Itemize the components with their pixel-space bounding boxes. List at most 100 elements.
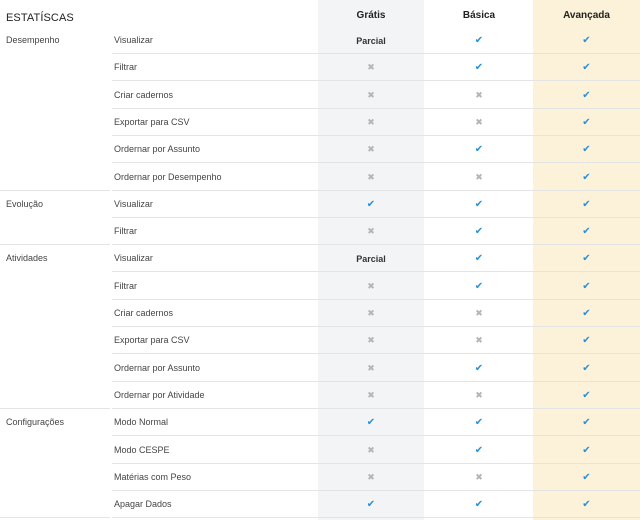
- cell-gratis: ✖: [318, 382, 424, 409]
- category-label: Configurações: [6, 417, 65, 428]
- checkmark-icon: ✔: [582, 62, 591, 74]
- cell-basica: ✔: [426, 218, 532, 245]
- cell-avancada: ✔: [533, 136, 640, 163]
- checkmark-icon: ✔: [474, 499, 484, 511]
- table-row: Modo CESPE ✖ ✔ ✔: [0, 437, 640, 464]
- table-row: Filtrar ✖ ✔ ✔: [0, 218, 640, 246]
- plan-header-basica: Básica: [462, 10, 496, 21]
- cell-basica: ✔: [426, 54, 532, 81]
- cell-avancada: ✔: [533, 491, 640, 518]
- feature-label: Visualizar: [114, 253, 153, 264]
- checkmark-icon: ✔: [366, 198, 376, 210]
- feature-label: Filtrar: [114, 226, 137, 237]
- table-row: Exportar para CSV ✖ ✖ ✔: [0, 327, 640, 355]
- table-row: Apagar Dados ✔ ✔ ✔: [0, 491, 640, 519]
- table-row: Evolução Visualizar ✔ ✔ ✔: [0, 191, 640, 218]
- table-row: Configurações Modo Normal ✔ ✔ ✔: [0, 409, 640, 437]
- page-title: ESTATÍSCAS: [6, 12, 74, 24]
- checkmark-icon: ✔: [474, 444, 484, 456]
- cross-icon: ✖: [367, 144, 375, 155]
- feature-label: Criar cadernos: [114, 89, 174, 100]
- checkmark-icon: ✔: [582, 198, 591, 210]
- cell-basica: ✖: [426, 464, 532, 491]
- checkmark-icon: ✔: [474, 226, 484, 238]
- cell-basica: ✖: [426, 300, 532, 327]
- checkmark-icon: ✔: [582, 417, 591, 429]
- cell-basica: ✖: [426, 109, 532, 136]
- table-row: Criar cadernos ✖ ✖ ✔: [0, 300, 640, 327]
- checkmark-icon: ✔: [582, 389, 591, 401]
- partial-label: Parcial: [356, 35, 386, 46]
- cross-icon: ✖: [367, 89, 375, 100]
- cell-basica: ✔: [426, 245, 532, 272]
- cross-icon: ✖: [367, 362, 375, 373]
- table-header: ESTATÍSCAS Grátis Básica Avançada: [0, 0, 640, 27]
- table-row: Matérias com Peso ✖ ✖ ✔: [0, 464, 640, 491]
- cell-basica: ✔: [426, 437, 532, 464]
- checkmark-icon: ✔: [582, 444, 591, 456]
- cross-icon: ✖: [367, 471, 375, 482]
- checkmark-icon: ✔: [474, 144, 484, 156]
- plan-header-avancada: Avançada: [563, 10, 610, 21]
- checkmark-icon: ✔: [582, 116, 591, 128]
- feature-label: Exportar para CSV: [114, 335, 190, 346]
- cell-gratis: ✖: [318, 164, 424, 191]
- cross-icon: ✖: [475, 471, 483, 482]
- cross-icon: ✖: [475, 171, 483, 182]
- checkmark-icon: ✔: [582, 308, 591, 319]
- checkmark-icon: ✔: [582, 35, 591, 46]
- cell-avancada: ✔: [533, 437, 640, 464]
- cell-gratis: ✔: [318, 491, 424, 518]
- cross-icon: ✖: [475, 335, 483, 346]
- cell-avancada: ✔: [533, 164, 640, 191]
- checkmark-icon: ✔: [366, 417, 376, 429]
- cell-basica: ✔: [426, 355, 532, 382]
- cross-icon: ✖: [367, 335, 375, 346]
- partial-label: Parcial: [356, 253, 386, 264]
- checkmark-icon: ✔: [582, 335, 591, 347]
- cell-basica: ✔: [426, 409, 532, 436]
- cell-gratis: ✖: [318, 300, 424, 327]
- table-row: Ordernar por Desempenho ✖ ✖ ✔: [0, 164, 640, 191]
- cell-gratis: ✔: [318, 191, 424, 218]
- cell-avancada: ✔: [533, 355, 640, 382]
- category-label: Atividades: [6, 253, 48, 264]
- cross-icon: ✖: [475, 116, 483, 127]
- cell-avancada: ✔: [533, 27, 640, 54]
- checkmark-icon: ✔: [474, 362, 484, 374]
- cell-avancada: ✔: [533, 245, 640, 272]
- group-divider: [0, 517, 110, 519]
- checkmark-icon: ✔: [582, 171, 591, 183]
- table-row: Ordernar por Assunto ✖ ✔ ✔: [0, 136, 640, 164]
- category-label: Desempenho: [6, 35, 60, 45]
- cell-gratis: ✖: [318, 109, 424, 136]
- checkmark-icon: ✔: [474, 280, 484, 292]
- cell-avancada: ✔: [533, 218, 640, 245]
- cross-icon: ✖: [475, 389, 483, 400]
- cell-basica: ✔: [426, 136, 532, 163]
- cross-icon: ✖: [475, 308, 483, 318]
- cell-avancada: ✔: [533, 382, 640, 409]
- cell-gratis: ✖: [318, 136, 424, 163]
- cell-basica: ✖: [426, 82, 532, 109]
- table-row: Desempenho Visualizar Parcial ✔ ✔: [0, 27, 640, 54]
- cell-gratis: ✖: [318, 437, 424, 464]
- cell-avancada: ✔: [533, 109, 640, 136]
- feature-label: Apagar Dados: [114, 499, 172, 510]
- table-row: Ordernar por Assunto ✖ ✔ ✔: [0, 355, 640, 382]
- cell-avancada: ✔: [533, 409, 640, 436]
- cross-icon: ✖: [367, 444, 375, 455]
- cross-icon: ✖: [367, 226, 375, 237]
- cell-gratis: ✖: [318, 54, 424, 81]
- category-label: Evolução: [6, 198, 44, 209]
- plan-header-gratis: Grátis: [356, 10, 386, 21]
- cell-gratis: ✔: [318, 409, 424, 436]
- feature-label: Matérias com Peso: [114, 471, 192, 482]
- cell-avancada: ✔: [533, 82, 640, 109]
- feature-label: Filtrar: [114, 280, 137, 291]
- checkmark-icon: ✔: [582, 89, 591, 101]
- cell-gratis: ✖: [318, 82, 424, 109]
- checkmark-icon: ✔: [582, 226, 591, 238]
- table-row: Ordernar por Atividade ✖ ✖ ✔: [0, 382, 640, 409]
- cell-gratis: ✖: [318, 355, 424, 382]
